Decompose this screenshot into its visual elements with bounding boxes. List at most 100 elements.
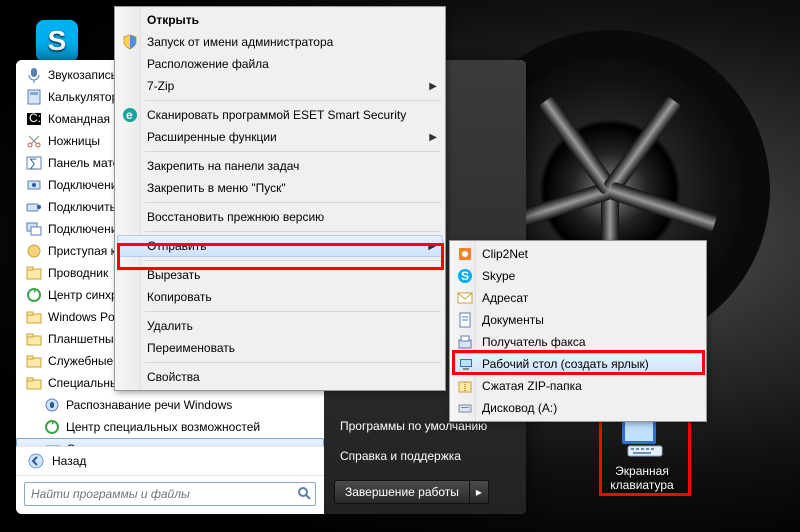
ctx-label: Дисковод (A:)	[482, 401, 557, 415]
back-button[interactable]: Назад	[16, 446, 324, 475]
ctx-label: Clip2Net	[482, 247, 528, 261]
sendto-item[interactable]: S Skype	[452, 265, 704, 287]
program-label: Звукозапись	[48, 68, 117, 82]
ctx-label: Вырезать	[147, 268, 200, 282]
ctx-label: Skype	[482, 269, 515, 283]
drive-icon	[457, 400, 473, 416]
ctx-label: Копировать	[147, 290, 212, 304]
ctx-separator	[145, 100, 441, 101]
right-item-help[interactable]: Справка и поддержка	[334, 444, 516, 468]
ctx-label: Свойства	[147, 370, 200, 384]
search-input[interactable]	[24, 482, 316, 506]
sendto-item[interactable]: Документы	[452, 309, 704, 331]
program-item[interactable]: Распознавание речи Windows	[16, 394, 324, 416]
net-icon	[26, 177, 42, 193]
ctx-separator	[145, 362, 441, 363]
ctx-label: Адресат	[482, 291, 528, 305]
calc-icon	[26, 89, 42, 105]
folder-icon	[26, 309, 42, 325]
ctx-item[interactable]: Удалить	[117, 315, 443, 337]
program-label: Проводник	[48, 266, 108, 280]
ctx-separator	[145, 311, 441, 312]
program-label: Служебные	[48, 354, 113, 368]
ctx-item[interactable]: Расположение файла	[117, 53, 443, 75]
ctx-label: Сжатая ZIP-папка	[482, 379, 582, 393]
svg-text:∑: ∑	[29, 156, 38, 170]
search-icon	[297, 486, 311, 500]
shutdown-button[interactable]: Завершение работы	[334, 480, 470, 504]
eset-icon: e	[122, 107, 138, 123]
zip-icon	[457, 378, 473, 394]
program-label: Ножницы	[48, 134, 100, 148]
sendto-item[interactable]: Дисковод (A:)	[452, 397, 704, 419]
search-row	[16, 475, 324, 514]
ctx-separator	[145, 231, 441, 232]
ctx-label: Расширенные функции	[147, 130, 277, 144]
scissors-icon	[26, 133, 42, 149]
sendto-item[interactable]: Адресат	[452, 287, 704, 309]
mic-icon	[26, 67, 42, 83]
math-icon: ∑	[26, 155, 42, 171]
ctx-label: Закрепить в меню "Пуск"	[147, 181, 286, 195]
ctx-label: Удалить	[147, 319, 193, 333]
ctx-separator	[145, 202, 441, 203]
ctx-label: Открыть	[147, 13, 199, 27]
shield-icon	[122, 34, 138, 50]
ctx-label: Документы	[482, 313, 544, 327]
desktop-icon-skype[interactable]: S	[14, 20, 100, 62]
skype-icon: S	[36, 20, 78, 62]
ctx-label: Переименовать	[147, 341, 235, 355]
send-to-submenu: Clip2Net S Skype Адресат Документы Получатель…	[449, 240, 707, 422]
sendto-item[interactable]: Clip2Net	[452, 243, 704, 265]
back-label: Назад	[52, 454, 86, 468]
mail-icon	[457, 290, 473, 306]
ctx-item[interactable]: Восстановить прежнюю версию	[117, 206, 443, 228]
svg-text:C:\: C:\	[29, 111, 42, 125]
speech-icon	[44, 397, 60, 413]
folder-icon	[26, 375, 42, 391]
program-label: Калькулятор	[48, 90, 118, 104]
fax-icon	[457, 334, 473, 350]
svg-text:e: e	[126, 108, 133, 122]
ctx-item[interactable]: Закрепить на панели задач	[117, 155, 443, 177]
skype-icon: S	[457, 268, 473, 284]
explorer-icon	[26, 265, 42, 281]
ctx-label: 7-Zip	[147, 79, 174, 93]
ctx-item[interactable]: Копировать	[117, 286, 443, 308]
cmd-icon: C:\	[26, 111, 42, 127]
ctx-label: Запуск от имени администратора	[147, 35, 333, 49]
ctx-item[interactable]: 7-Zip ▶	[117, 75, 443, 97]
clip2net-icon	[457, 246, 473, 262]
shutdown-options-button[interactable]: ▸	[470, 480, 489, 504]
submenu-arrow-icon: ▶	[429, 81, 437, 92]
program-label: Центр специальных возможностей	[66, 420, 260, 434]
program-label: Распознавание речи Windows	[66, 398, 232, 412]
program-item[interactable]: Центр специальных возможностей	[16, 416, 324, 438]
highlight-send-to	[117, 243, 444, 270]
ctx-item[interactable]: Открыть	[117, 9, 443, 31]
ctx-item[interactable]: Свойства	[117, 366, 443, 388]
ctx-item[interactable]: Запуск от имени администратора	[117, 31, 443, 53]
sendto-item[interactable]: Сжатая ZIP-папка	[452, 375, 704, 397]
rdp-icon	[26, 221, 42, 237]
highlight-desktop-shortcut	[599, 414, 691, 496]
shutdown-group: Завершение работы ▸	[334, 480, 516, 504]
run-icon	[26, 243, 42, 259]
proj-icon	[26, 199, 42, 215]
ctx-label: Сканировать программой ESET Smart Securi…	[147, 108, 406, 122]
ctx-separator	[145, 151, 441, 152]
ctx-item[interactable]: Расширенные функции ▶	[117, 126, 443, 148]
svg-text:S: S	[461, 269, 469, 283]
submenu-arrow-icon: ▶	[429, 132, 437, 143]
folder-icon	[26, 331, 42, 347]
ctx-label: Расположение файла	[147, 57, 269, 71]
ctx-item[interactable]: e Сканировать программой ESET Smart Secur…	[117, 104, 443, 126]
docs-icon	[457, 312, 473, 328]
sync-icon	[44, 419, 60, 435]
program-item[interactable]: Экранная клавиатура	[16, 438, 324, 446]
ctx-label: Получатель факса	[482, 335, 586, 349]
ctx-item[interactable]: Переименовать	[117, 337, 443, 359]
sync-icon	[26, 287, 42, 303]
highlight-desktop-create-shortcut	[452, 350, 705, 375]
ctx-item[interactable]: Закрепить в меню "Пуск"	[117, 177, 443, 199]
